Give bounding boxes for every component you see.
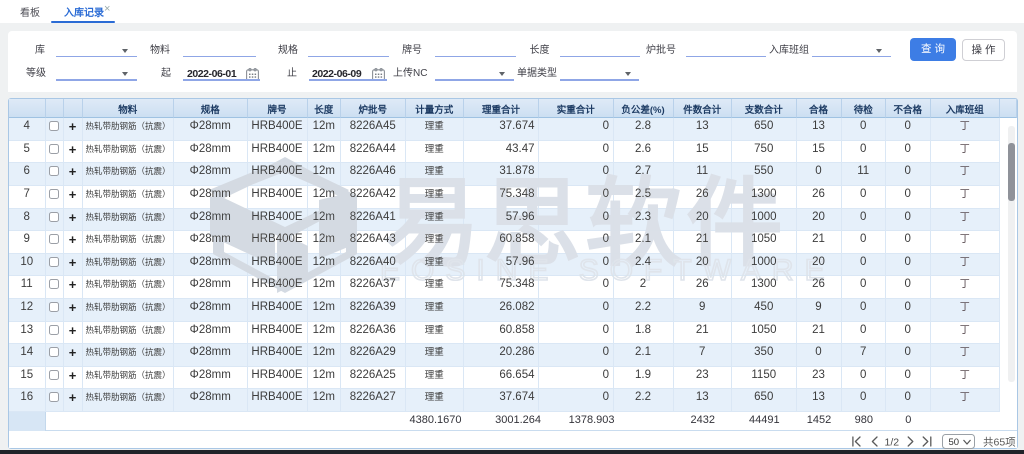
svg-text:1/2: 1/2 [885, 436, 900, 448]
svg-text:50: 50 [949, 437, 960, 448]
svg-text:共65项: 共65项 [983, 436, 1016, 448]
